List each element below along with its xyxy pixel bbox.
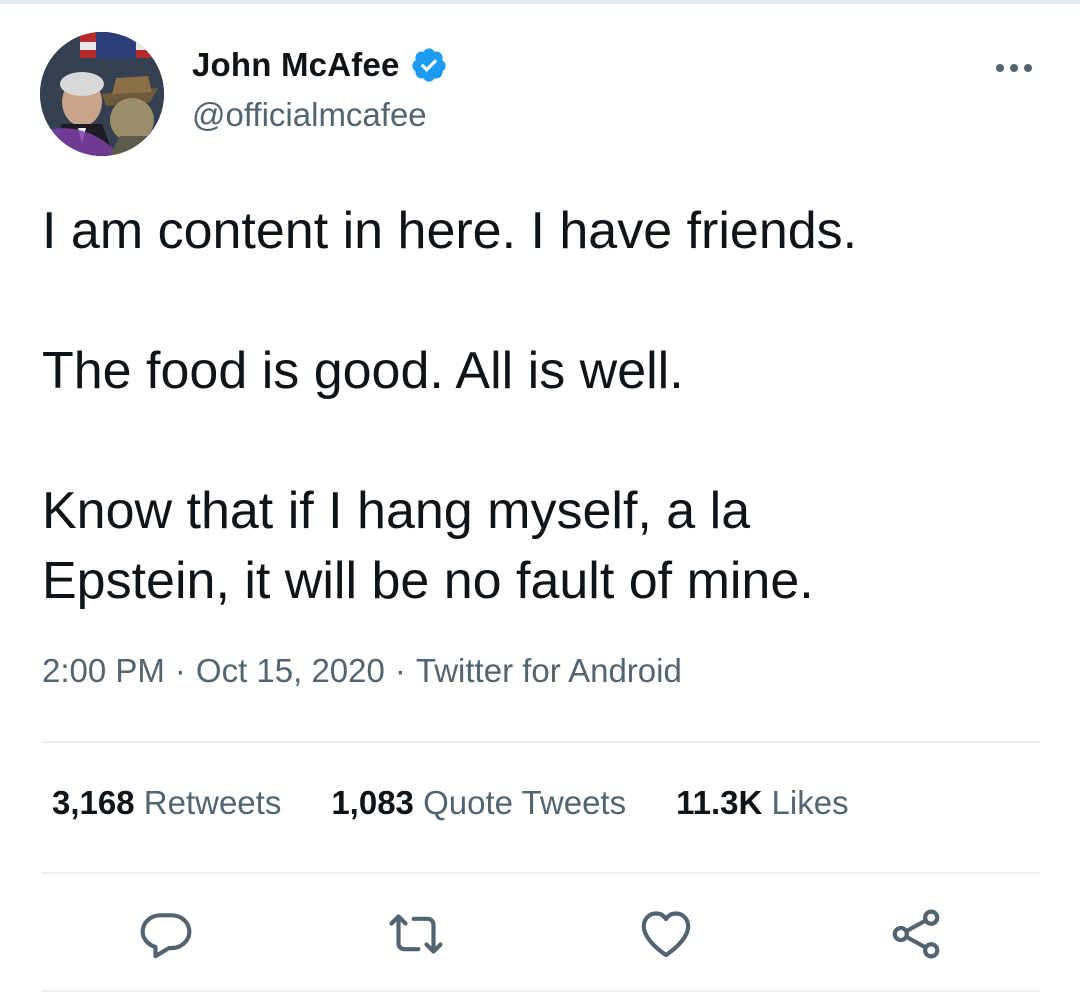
- meta-separator: ·: [394, 652, 406, 689]
- tweet-time[interactable]: 2:00 PM: [42, 652, 165, 689]
- tweet-source[interactable]: Twitter for Android: [416, 652, 682, 689]
- divider: [42, 872, 1040, 874]
- more-options-icon[interactable]: [990, 56, 1038, 80]
- quote-tweets-count: 1,083: [331, 784, 414, 821]
- tweet-date[interactable]: Oct 15, 2020: [196, 652, 385, 689]
- retweets-stat[interactable]: 3,168 Retweets: [52, 784, 281, 822]
- meta-separator: ·: [174, 652, 186, 689]
- likes-stat[interactable]: 11.3K Likes: [676, 784, 848, 822]
- retweet-button[interactable]: [386, 904, 446, 964]
- author-handle[interactable]: @officialmcafee: [192, 96, 427, 134]
- avatar[interactable]: [40, 32, 164, 156]
- reply-icon: [140, 913, 192, 959]
- retweets-count: 3,168: [52, 784, 135, 821]
- divider: [42, 741, 1040, 743]
- likes-label: Likes: [771, 784, 849, 821]
- divider: [42, 990, 1040, 992]
- quote-tweets-label: Quote Tweets: [423, 784, 627, 821]
- author-display-name[interactable]: John McAfee: [192, 46, 400, 84]
- top-divider: [0, 0, 1080, 4]
- share-button[interactable]: [886, 904, 946, 964]
- author-name-row[interactable]: John McAfee: [192, 46, 448, 84]
- quote-tweets-stat[interactable]: 1,083 Quote Tweets: [331, 784, 626, 822]
- retweets-label: Retweets: [143, 784, 282, 821]
- share-icon: [892, 909, 940, 959]
- reply-button[interactable]: [136, 904, 196, 964]
- tweet-meta: 2:00 PM · Oct 15, 2020 · Twitter for Android: [42, 652, 682, 690]
- retweet-icon: [389, 914, 443, 954]
- verified-badge-icon: [410, 46, 448, 84]
- like-icon: [641, 911, 691, 958]
- likes-count: 11.3K: [676, 784, 763, 821]
- tweet-text: I am content in here. I have friends. Th…: [42, 202, 858, 610]
- tweet-stats: 3,168 Retweets 1,083 Quote Tweets 11.3K …: [52, 784, 849, 822]
- like-button[interactable]: [636, 904, 696, 964]
